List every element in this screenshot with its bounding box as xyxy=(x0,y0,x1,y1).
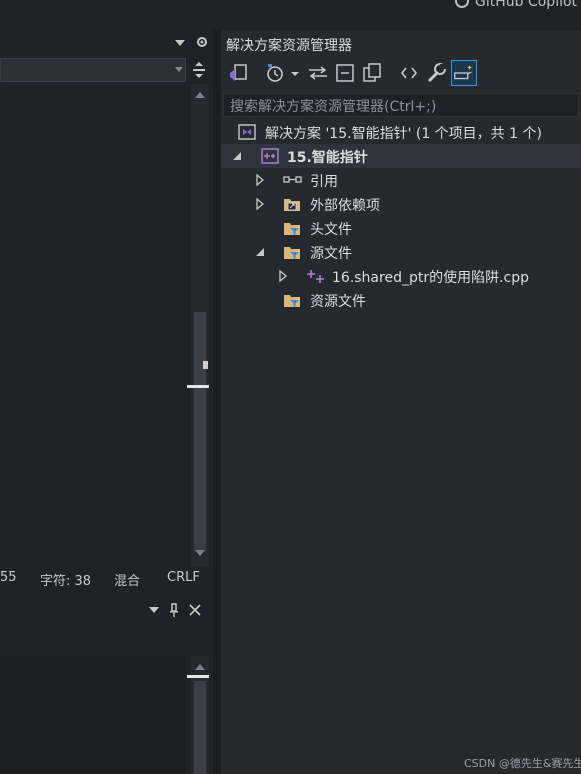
collapsed-arrow-icon[interactable] xyxy=(256,198,264,210)
cpp-project-icon xyxy=(261,148,279,164)
tree-item-external-dependencies[interactable]: 外部依赖项 xyxy=(221,192,581,216)
scroll-marker xyxy=(203,361,208,369)
gear-icon[interactable] xyxy=(195,35,209,49)
source-files-label: 源文件 xyxy=(310,246,352,262)
copilot-title[interactable]: GitHub Copilot xyxy=(455,0,577,10)
solution-explorer-search-input[interactable]: 搜索解决方案资源管理器(Ctrl+;) xyxy=(223,93,579,117)
scroll-thumb[interactable] xyxy=(194,681,206,774)
external-dependencies-label: 外部依赖项 xyxy=(310,198,380,214)
sync-with-active-document-icon[interactable] xyxy=(305,60,331,86)
cpp-file-icon xyxy=(307,270,324,283)
solution-icon xyxy=(238,124,256,140)
resource-files-label: 资源文件 xyxy=(310,294,366,310)
tree-item-references[interactable]: 引用 xyxy=(221,168,581,192)
tab-mode[interactable]: 混合 xyxy=(114,570,140,589)
show-all-files-icon[interactable] xyxy=(359,60,385,86)
scroll-up-icon[interactable] xyxy=(195,664,205,671)
view-code-icon[interactable] xyxy=(396,60,422,86)
external-dependencies-icon xyxy=(284,199,300,211)
line-ending[interactable]: CRLF xyxy=(167,570,200,585)
dropdown-arrow-icon[interactable] xyxy=(174,38,186,48)
editor-scrollbar[interactable] xyxy=(187,84,209,566)
dropdown-arrow-icon[interactable] xyxy=(149,606,159,614)
references-label: 引用 xyxy=(310,174,338,190)
cpp-file-label: 16.shared_ptr的使用陷阱.cpp xyxy=(332,270,530,286)
collapsed-arrow-icon[interactable] xyxy=(279,270,287,282)
github-icon xyxy=(455,0,469,8)
scroll-up-icon[interactable] xyxy=(195,92,205,99)
solution-node[interactable]: 解决方案 '15.智能指针' (1 个项目，共 1 个) xyxy=(221,120,581,144)
filter-folder-icon xyxy=(284,295,300,307)
expanded-arrow-icon[interactable] xyxy=(233,152,242,161)
solution-label: 解决方案 '15.智能指针' (1 个项目，共 1 个) xyxy=(265,126,542,142)
expanded-arrow-icon[interactable] xyxy=(256,248,265,257)
properties-wrench-icon[interactable] xyxy=(423,60,449,86)
tree-item-source-files[interactable]: 源文件 xyxy=(221,240,581,264)
output-scrollbar[interactable] xyxy=(187,656,209,774)
editor-header xyxy=(0,30,215,56)
output-pane[interactable] xyxy=(0,656,186,774)
tree-item-resource-files[interactable]: 资源文件 xyxy=(221,288,581,312)
pending-changes-filter-icon[interactable] xyxy=(262,60,288,86)
split-editor-icon[interactable] xyxy=(191,60,207,80)
pane-splitter[interactable] xyxy=(213,30,221,774)
char-position: 字符: 38 xyxy=(40,574,92,589)
editor-status-bar: 55 字符: 38 混合 CRLF xyxy=(0,566,215,590)
scroll-thumb[interactable] xyxy=(194,312,206,552)
tree-item-header-files[interactable]: 头文件 xyxy=(221,216,581,240)
chevron-down-icon xyxy=(175,67,183,72)
project-node[interactable]: 15.智能指针 xyxy=(221,144,581,168)
project-label: 15.智能指针 xyxy=(287,150,368,166)
scroll-marker xyxy=(187,675,209,678)
pin-icon[interactable] xyxy=(169,603,179,617)
collapsed-arrow-icon[interactable] xyxy=(256,174,264,186)
watermark: CSDN @德先生&赛先生 xyxy=(464,757,581,770)
tree-item-cpp-file[interactable]: 16.shared_ptr的使用陷阱.cpp xyxy=(221,264,581,288)
filter-folder-icon xyxy=(284,223,300,235)
line-number: 55 xyxy=(0,570,17,585)
filter-folder-icon xyxy=(284,247,300,259)
caret-position-marker xyxy=(187,385,209,388)
copilot-title-text: GitHub Copilot xyxy=(475,0,578,10)
output-pane-header xyxy=(0,598,215,622)
close-icon[interactable] xyxy=(189,604,201,616)
preview-selected-items-icon[interactable] xyxy=(451,60,477,86)
header-files-label: 头文件 xyxy=(310,222,352,238)
navigation-combo[interactable] xyxy=(0,58,186,82)
code-editor[interactable] xyxy=(0,84,186,566)
chevron-down-icon[interactable] xyxy=(288,60,302,86)
collapse-all-icon[interactable] xyxy=(332,60,358,86)
references-icon xyxy=(283,176,302,183)
scroll-down-icon[interactable] xyxy=(195,550,205,557)
solution-explorer-title: 解决方案资源管理器 xyxy=(226,38,352,54)
switch-views-icon[interactable] xyxy=(226,60,252,86)
